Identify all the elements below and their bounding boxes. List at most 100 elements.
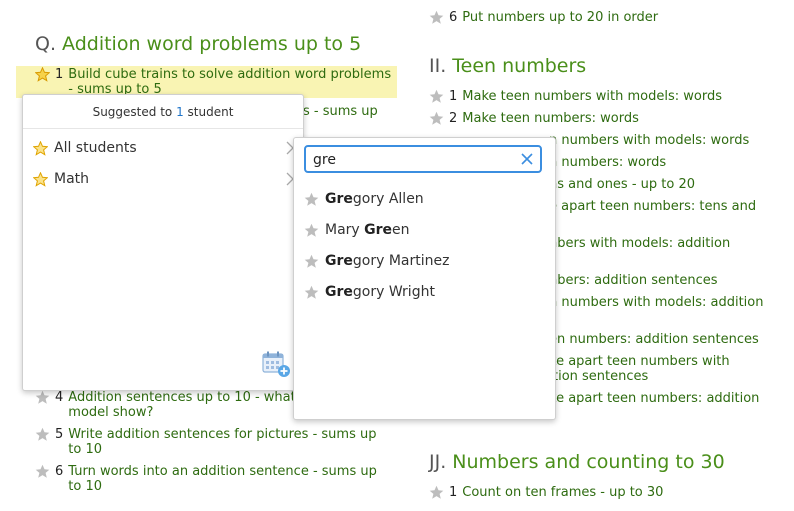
skill-name[interactable]: ke apart teen numbers with: [549, 354, 730, 369]
skill-item-partial[interactable]: n numbers: words: [549, 155, 666, 170]
skill-name[interactable]: ke apart teen numbers: addition: [549, 391, 759, 406]
skill-number: 2: [449, 111, 458, 126]
skill-number: 1: [55, 67, 64, 82]
skill-name[interactable]: Write addition sentences for pictures - …: [68, 427, 376, 442]
skill-item-partial[interactable]: n numbers with models: addition: [549, 295, 763, 310]
skill-item-partial[interactable]: ke apart teen numbers: addition: [549, 391, 759, 406]
skill-name[interactable]: Addition sentences up to 10 - what: [68, 390, 295, 405]
menu-item-label: All students: [54, 140, 137, 156]
skill-name-line2: to 10: [68, 479, 103, 494]
skill-name-line2: tion sentences: [553, 369, 649, 384]
skill-item-partial[interactable]: en numbers: addition sentences: [549, 332, 759, 347]
result-match: Gre: [325, 191, 353, 207]
result-match: Gre: [325, 284, 353, 300]
skill-name[interactable]: en numbers: addition sentences: [549, 332, 759, 347]
skill-name[interactable]: n numbers: words: [549, 155, 666, 170]
skill-number: 1: [449, 89, 458, 104]
section-letter: JJ.: [429, 451, 447, 473]
skill-item-partial[interactable]: s - sums up: [303, 104, 378, 119]
skill-item[interactable]: 1 Make teen numbers with models: words: [429, 89, 722, 104]
section-letter: II.: [429, 55, 447, 77]
star-icon: [304, 192, 319, 207]
popup-header: Suggested to 1 student: [23, 95, 303, 129]
skill-item[interactable]: 6 Put numbers up to 20 in order: [429, 10, 658, 25]
skill-number: 4: [55, 390, 64, 405]
skill-number: 5: [55, 427, 64, 442]
star-icon: [304, 285, 319, 300]
result-rest: gory Allen: [352, 191, 424, 207]
calendar-add-icon[interactable]: [262, 351, 292, 379]
star-icon[interactable]: [429, 10, 444, 25]
star-outline-icon: [33, 140, 48, 156]
skill-item-partial[interactable]: ke apart teen numbers with: [549, 354, 730, 369]
skill-name[interactable]: n numbers with models: words: [549, 133, 749, 148]
skill-name[interactable]: Put numbers up to 20 in order: [462, 10, 658, 25]
skill-item[interactable]: 2 Make teen numbers: words: [429, 111, 639, 126]
skill-name[interactable]: ns and ones - up to 20: [549, 177, 695, 192]
section-title: Teen numbers: [452, 55, 587, 77]
student-search-input[interactable]: [313, 151, 513, 169]
result-rest: gory Wright: [352, 284, 435, 300]
skill-item[interactable]: 1 Count on ten frames - up to 30: [429, 485, 663, 500]
star-icon[interactable]: [429, 89, 444, 104]
skill-name[interactable]: e apart teen numbers: tens and: [549, 199, 756, 214]
skill-number: 1: [449, 485, 458, 500]
result-match: Gre: [325, 253, 353, 269]
search-result[interactable]: Mary Gre en: [304, 220, 410, 240]
skill-name[interactable]: nbers with models: addition: [549, 236, 730, 251]
skill-name: Build cube trains to solve addition word…: [68, 67, 392, 82]
skill-name: s - sums up: [303, 104, 378, 119]
star-icon: [304, 254, 319, 269]
skill-number: 6: [449, 10, 458, 25]
skill-item-partial[interactable]: ns and ones - up to 20: [549, 177, 695, 192]
header-suffix: student: [187, 105, 234, 119]
section-heading-jj: JJ. Numbers and counting to 30: [429, 451, 725, 473]
star-icon[interactable]: [35, 390, 50, 405]
skill-number: 6: [55, 464, 64, 479]
star-icon[interactable]: [35, 67, 50, 82]
skill-item-partial[interactable]: nbers: addition sentences: [549, 273, 718, 288]
suggested-count: 1: [176, 105, 184, 119]
star-icon[interactable]: [35, 427, 50, 442]
section-heading-ii: II. Teen numbers: [429, 55, 586, 77]
skill-name[interactable]: Turn words into an addition sentence - s…: [68, 464, 377, 479]
menu-item-math[interactable]: Math: [33, 169, 295, 189]
suggest-popup: Suggested to 1 student All students Math: [22, 94, 304, 391]
section-title: Numbers and counting to 30: [452, 451, 725, 473]
skill-item-partial[interactable]: e apart teen numbers: tens and: [549, 199, 756, 214]
section-title: Addition word problems up to 5: [62, 33, 362, 55]
section-letter: Q.: [35, 33, 56, 55]
menu-item-label: Math: [54, 171, 90, 187]
search-result[interactable]: Gre gory Wright: [304, 282, 435, 302]
menu-item-all-students[interactable]: All students: [33, 138, 295, 158]
header-prefix: Suggested to: [92, 105, 173, 119]
skill-item[interactable]: 1 Build cube trains to solve addition wo…: [35, 67, 395, 97]
skill-item[interactable]: 5 Write addition sentences for pictures …: [35, 427, 395, 457]
skill-link[interactable]: Build cube trains to solve addition word…: [68, 67, 391, 97]
star-icon[interactable]: [35, 464, 50, 479]
search-result[interactable]: Gre gory Allen: [304, 189, 424, 209]
student-search-panel: Gregory Allen Mary Green Gregory Martine…: [293, 137, 556, 420]
skill-name-line2: model show?: [68, 405, 154, 420]
result-match: Gre: [364, 222, 393, 238]
search-result[interactable]: Gre gory Martinez: [304, 251, 449, 271]
clear-search-icon[interactable]: [520, 152, 534, 166]
result-rest: gory Martinez: [352, 253, 450, 269]
star-icon[interactable]: [429, 111, 444, 126]
search-box[interactable]: [304, 145, 542, 173]
star-icon[interactable]: [429, 485, 444, 500]
skill-item-partial: tion sentences: [553, 369, 648, 384]
skill-name[interactable]: n numbers with models: addition: [549, 295, 763, 310]
result-rest: en: [392, 222, 410, 238]
skill-item[interactable]: 6 Turn words into an addition sentence -…: [35, 464, 395, 494]
result-prefix: Mary: [325, 222, 365, 238]
skill-name[interactable]: Make teen numbers: words: [462, 111, 639, 126]
skill-name[interactable]: Make teen numbers with models: words: [462, 89, 722, 104]
skill-name[interactable]: Count on ten frames - up to 30: [462, 485, 663, 500]
star-outline-icon: [33, 171, 48, 187]
skill-name[interactable]: nbers: addition sentences: [549, 273, 718, 288]
section-heading-q: Q. Addition word problems up to 5: [35, 33, 361, 55]
skill-item-partial[interactable]: n numbers with models: words: [549, 133, 749, 148]
skill-item-partial[interactable]: nbers with models: addition: [549, 236, 730, 251]
star-icon: [304, 223, 319, 238]
